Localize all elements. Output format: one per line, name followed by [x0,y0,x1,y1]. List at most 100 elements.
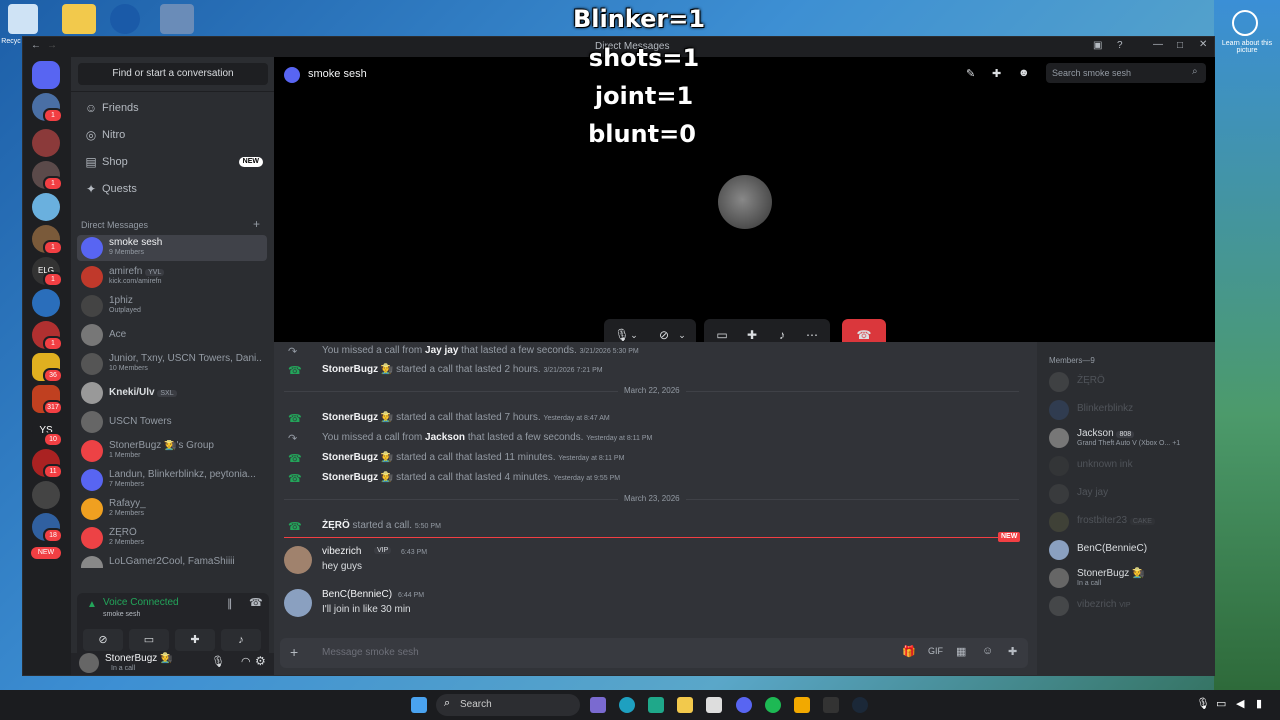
shop-icon: ▤ [85,155,97,169]
file-explorer-icon[interactable] [677,697,693,713]
store-icon[interactable] [706,697,722,713]
rockstar-icon[interactable] [794,697,810,713]
server-icon-8[interactable]: 1 [32,321,63,351]
emoji-icon[interactable]: ☺ [982,645,993,657]
member-item[interactable]: Jay jay [1049,484,1209,506]
member-item[interactable]: Jackson 808 Grand Theft Auto V (Xbox O..… [1049,428,1209,450]
member-item[interactable]: Blinkerblinkz [1049,400,1209,422]
server-icon-13[interactable] [32,481,60,509]
voice-channel: smoke sesh [103,611,141,618]
dm-item[interactable]: StonerBugz 🧑‍🌾's Group 1 Member [77,438,267,464]
tray-battery-icon[interactable]: ▮ [1256,697,1262,710]
gif-icon[interactable]: GIF [928,646,943,656]
dm-item[interactable]: amirefn YVL kick.com/amirefn [77,264,267,290]
dm-item[interactable]: Rafayy_ 2 Members [77,496,267,522]
avatar [1049,400,1069,420]
avatar [81,527,103,549]
call-participant-avatar[interactable] [718,175,772,229]
server-icon-7[interactable] [32,289,60,317]
start-menu-icon[interactable] [411,697,427,713]
member-item[interactable]: StonerBugz 🧑‍🌾 In a call [1049,568,1209,590]
headphones-icon[interactable]: ◠ [241,655,251,668]
nav-shop[interactable]: ▤ Shop NEW [79,150,267,174]
tray-mic-icon[interactable]: 🎙 [1196,697,1210,710]
server-icon-9[interactable]: 36 [32,353,63,383]
server-icon-3[interactable]: 1 [32,161,63,191]
overlay-blunt: blunt=0 [588,120,696,148]
server-icon-10[interactable]: 317 [32,385,63,415]
member-item[interactable]: ŻĘRÖ [1049,372,1209,394]
game-app-icon[interactable] [590,697,606,713]
member-item[interactable]: unknown ink [1049,456,1209,478]
disconnect-icon[interactable]: ☎ [249,596,263,609]
avatar[interactable] [284,589,312,617]
camera-off-button[interactable]: ⊘ [83,629,123,651]
avatar [81,556,103,568]
server-icon-ys[interactable]: YS 10 [32,417,63,447]
server-icon-4[interactable] [32,193,60,221]
server-icon-12[interactable]: 11 [32,449,63,479]
author-name[interactable]: BenC(BennieC) [322,589,392,600]
call-icon: ☎ [288,521,302,533]
clan-tag: 808 [1116,431,1135,438]
taskbar: ⌕ Search 🎙 ▭ ◀ ▮ [0,690,1280,720]
discord-taskbar-icon[interactable] [736,697,752,713]
author-name[interactable]: vibezrich [322,546,361,557]
main-area: smoke sesh ✎ ✚ ☻ Search smoke sesh ⌕ 🎙 ⌄… [274,57,1215,675]
server-icon-14[interactable]: 18 [32,513,63,543]
add-attachment-icon[interactable]: + [290,644,298,660]
activities-button[interactable]: ✚ [175,629,215,651]
dm-item[interactable]: ŽĘRÖ 2 Members [77,525,267,551]
server-rail: 1 1 1 ELG 1 1 36 317 YS 10 11 18 NEW [23,57,71,675]
message-text: hey guys [322,561,363,572]
spotify-icon[interactable] [765,697,781,713]
dm-item[interactable]: 1phiz Outplayed [77,293,267,319]
create-dm-icon[interactable]: + [253,217,260,231]
mic-icon[interactable]: 🎙 [211,655,225,668]
server-icon-5[interactable]: 1 [32,225,63,255]
new-badge: NEW [238,157,263,167]
dm-item[interactable]: USCN Towers [77,409,267,435]
date-label: March 22, 2026 [618,386,686,395]
settings-gear-icon[interactable]: ⚙ [255,654,266,668]
member-item[interactable]: vibezrich VIP [1049,596,1209,618]
dm-item[interactable]: LoLGamer2Cool, FamaShiiii [77,554,267,568]
server-icon-elg[interactable]: ELG 1 [32,257,63,287]
capture-app-icon[interactable] [648,697,664,713]
tray-volume-icon[interactable]: ◀ [1236,697,1244,710]
nav-quests[interactable]: ✦ Quests [79,177,267,201]
date-label: March 23, 2026 [618,494,686,503]
member-list-header: Members—9 [1049,356,1095,365]
message-text: I'll join in like 30 min [322,604,411,615]
dm-item[interactable]: Ace [77,322,267,348]
search-icon: ⌕ [444,697,451,709]
voice-status[interactable]: Voice Connected [103,597,179,608]
avatar [81,469,103,491]
avatar [81,295,103,317]
call-icon: ☎ [288,365,302,377]
member-item[interactable]: frostbiter23 CAKE [1049,512,1209,534]
missed-call-icon: ↷ [288,346,298,358]
dm-item[interactable]: smoke sesh 9 Members [77,235,267,261]
dm-item[interactable]: Junior, Txny, USCN Towers, Dani... 10 Me… [77,351,267,377]
epic-games-icon[interactable] [823,697,839,713]
avatar [1049,484,1069,504]
dm-item[interactable]: Kneki/Ulv SXL [77,380,267,406]
noise-suppression-icon[interactable]: ∥ [227,597,233,610]
avatar[interactable] [284,546,312,574]
dm-item[interactable]: Landun, Blinkerblinkz, peytonia... 7 Mem… [77,467,267,493]
member-item[interactable]: BenC(BennieC) [1049,540,1209,562]
avatar[interactable] [79,653,99,673]
taskbar-search[interactable]: ⌕ Search [436,694,580,716]
sticker-icon[interactable]: ▦ [956,645,966,658]
soundboard-button[interactable]: ♪ [221,629,261,651]
gift-icon[interactable]: 🎁 [902,645,916,658]
edge-browser-icon[interactable] [619,697,635,713]
message-input[interactable]: Message smoke sesh [322,647,419,658]
new-servers-pill[interactable]: NEW [31,547,61,559]
tray-network-icon[interactable]: ▭ [1216,697,1226,710]
missed-call-icon: ↷ [288,433,298,445]
steam-icon[interactable] [852,697,868,713]
screen-share-button[interactable]: ▭ [129,629,169,651]
apps-icon[interactable]: ✚ [1008,645,1017,658]
